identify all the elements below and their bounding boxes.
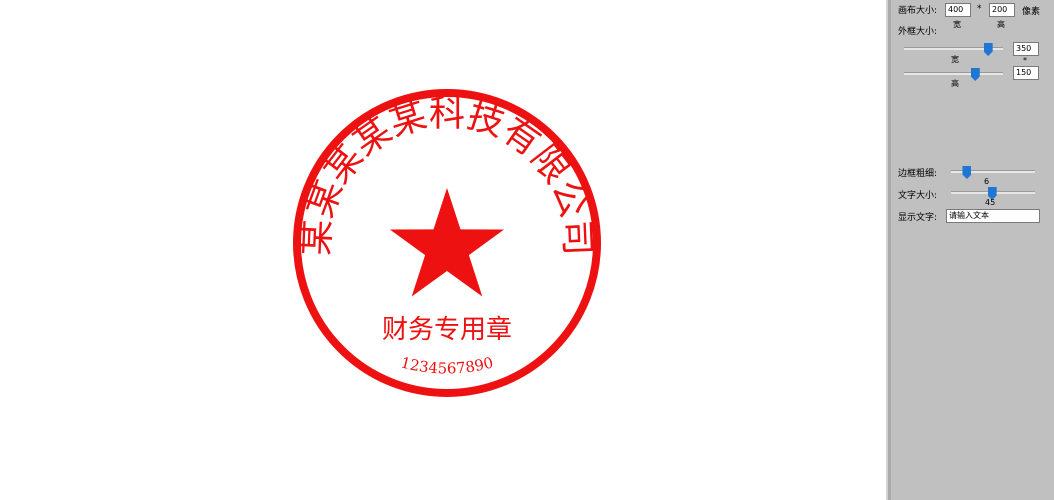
- frame-height-slider-label: 高: [951, 79, 959, 88]
- display-text-label: 显示文字:: [898, 213, 938, 223]
- display-text-input[interactable]: 请输入文本: [946, 209, 1040, 223]
- border-width-slider-thumb[interactable]: [962, 166, 972, 179]
- canvas-height-label: 高: [997, 20, 1005, 29]
- border-width-value: 6: [984, 177, 990, 186]
- font-size-label: 文字大小:: [898, 191, 938, 201]
- canvas-height-input[interactable]: 200: [989, 3, 1015, 17]
- frame-size-label: 外框大小:: [898, 27, 938, 37]
- frame-width-slider-label: 宽: [951, 55, 959, 64]
- font-size-value: 45: [985, 198, 996, 207]
- times-sign: *: [977, 4, 982, 14]
- frame-times-sign: *: [1023, 56, 1027, 65]
- frame-height-input[interactable]: 150: [1013, 66, 1039, 80]
- seal-center-text: 财务专用章: [382, 315, 512, 345]
- frame-width-slider-thumb[interactable]: [983, 43, 993, 56]
- settings-panel: 画布大小: 400 * 200 像素 宽 高 外框大小: 350 宽 * 150…: [891, 0, 1054, 500]
- frame-height-slider-track[interactable]: [904, 72, 1003, 75]
- frame-width-input[interactable]: 350: [1013, 42, 1039, 56]
- canvas-size-label: 画布大小:: [898, 6, 938, 16]
- canvas-area: 某某某某某科技有限公司 财务专用章 1234567890: [0, 0, 886, 500]
- seal-serial-text: 1234567890: [399, 353, 495, 377]
- seal-stamp: 某某某某某科技有限公司 财务专用章 1234567890: [293, 89, 601, 397]
- border-width-label: 边框粗细:: [898, 169, 938, 179]
- canvas-width-label: 宽: [953, 20, 961, 29]
- seal-serial-textpath: 1234567890: [399, 353, 495, 377]
- star-icon: [389, 188, 505, 297]
- unit-label: 像素: [1022, 7, 1041, 17]
- canvas-width-input[interactable]: 400: [945, 3, 971, 17]
- frame-height-slider-thumb[interactable]: [970, 68, 980, 81]
